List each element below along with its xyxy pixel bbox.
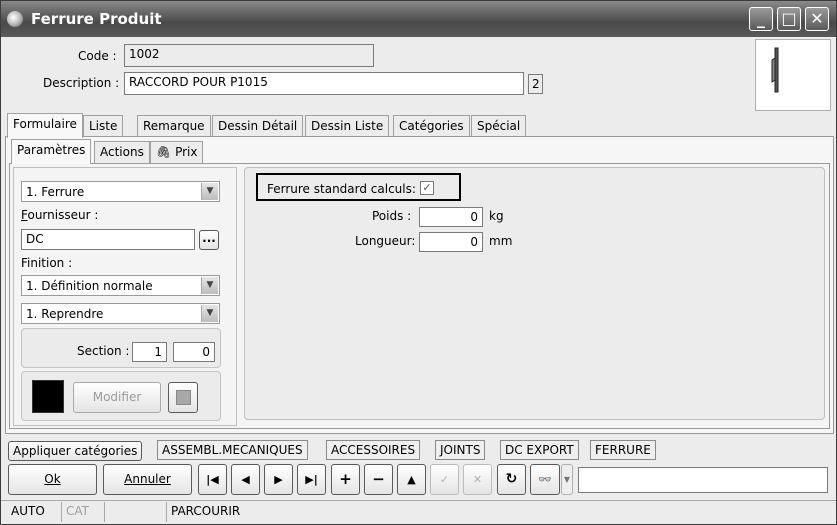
ok-button[interactable]: Ok	[8, 464, 97, 495]
title-bar[interactable]: Ferrure Produit _ □ ✕	[1, 1, 836, 37]
modifier-button[interactable]: Modifier	[73, 382, 161, 413]
window-title: Ferrure Produit	[31, 10, 162, 28]
chevron-down-icon: ▼	[563, 475, 571, 484]
refresh-button[interactable]: ↻	[497, 464, 526, 495]
fournisseur-browse-button[interactable]: ...	[199, 230, 219, 250]
minus-icon: −	[372, 470, 385, 488]
category-tab-assembl-mecaniques[interactable]: ASSEMBL.MECANIQUES	[157, 440, 308, 460]
delete-record-button[interactable]: −	[364, 464, 393, 495]
poids-unit: kg	[489, 209, 504, 223]
poids-field[interactable]: 0	[419, 207, 483, 227]
close-icon: ✕	[810, 9, 824, 28]
search-button[interactable]: 👓	[530, 464, 560, 495]
type-select-value: 1. Ferrure	[26, 185, 85, 199]
tab-remarque[interactable]: Remarque	[137, 115, 211, 137]
close-button[interactable]: ✕	[805, 7, 829, 31]
type-select[interactable]: 1. Ferrure ▼	[21, 181, 220, 202]
status-mode: PARCOURIR	[166, 502, 244, 522]
poids-label: Poids :	[372, 209, 412, 223]
first-record-button[interactable]: |◀	[198, 464, 227, 495]
app-icon	[7, 11, 23, 27]
product-image	[755, 39, 831, 111]
appliquer-categories-button[interactable]: Appliquer catégories	[8, 441, 143, 461]
edit-record-button[interactable]: ▲	[397, 464, 426, 495]
square-icon	[176, 390, 191, 405]
add-record-button[interactable]: +	[331, 464, 360, 495]
tab-special[interactable]: Spécial	[471, 115, 527, 137]
binoculars-icon: 👓	[538, 473, 552, 486]
category-tab-joints[interactable]: JOINTS	[435, 440, 486, 460]
standard-calculs-checkbox[interactable]: ✓	[420, 181, 434, 195]
color-picker-button[interactable]	[168, 382, 198, 413]
category-tab-accessoires[interactable]: ACCESSOIRES	[326, 440, 421, 460]
ok-button-label: Ok	[44, 472, 61, 486]
last-icon: ▶|	[305, 473, 318, 486]
chevron-down-icon: ▼	[201, 305, 218, 322]
tab-formulaire[interactable]: Formulaire	[7, 113, 83, 138]
chevron-down-icon: ▼	[201, 277, 218, 294]
previous-icon: ◀	[241, 473, 250, 486]
status-empty	[104, 502, 166, 522]
ferrure-produit-window: Ferrure Produit _ □ ✕ Code : 1002 Descri…	[0, 0, 837, 525]
section-field-2[interactable]: 0	[173, 342, 215, 362]
ferrure-profile-icon	[771, 47, 779, 93]
reprendre-select[interactable]: 1. Reprendre ▼	[21, 303, 220, 324]
checkmark-icon: ✓	[439, 473, 450, 486]
chevron-down-icon: ▼	[201, 183, 218, 200]
finition-select[interactable]: 1. Définition normale ▼	[21, 275, 220, 296]
finition-label: Finition :	[21, 256, 73, 270]
annuler-button[interactable]: Annuler	[103, 464, 192, 495]
description-count-badge: 2	[528, 74, 543, 94]
minimize-icon: _	[757, 9, 765, 28]
fournisseur-label-rest: ournisseur :	[27, 208, 99, 222]
tab-categories[interactable]: Catégories	[393, 115, 470, 137]
section-field-1[interactable]: 1	[132, 342, 167, 362]
longueur-unit: mm	[489, 234, 513, 248]
tab-dessin-detail[interactable]: Dessin Détail	[212, 115, 304, 137]
right-group	[244, 167, 825, 420]
maximize-button[interactable]: □	[777, 7, 801, 31]
tab-parametres[interactable]: Paramètres	[11, 139, 92, 164]
longueur-label: Longueur:	[355, 234, 416, 248]
tab-prix-label: Prix	[175, 145, 198, 159]
cross-icon: ✕	[472, 473, 483, 486]
fournisseur-label: Fournisseur :	[21, 208, 99, 222]
tab-prix[interactable]: 🖇 Prix	[150, 141, 204, 163]
fournisseur-field[interactable]: DC	[21, 229, 195, 250]
minimize-button[interactable]: _	[749, 7, 773, 31]
annuler-button-label: Annuler	[124, 472, 171, 486]
maximize-icon: □	[781, 9, 797, 28]
category-tab-ferrure[interactable]: FERRURE	[590, 440, 656, 460]
description-label: Description :	[43, 76, 120, 90]
code-label: Code :	[78, 49, 117, 63]
status-cat: CAT	[61, 502, 93, 522]
search-input[interactable]	[578, 467, 828, 493]
code-field: 1002	[124, 44, 374, 67]
section-label: Section :	[77, 344, 130, 358]
tab-dessin-liste[interactable]: Dessin Liste	[305, 115, 390, 137]
plus-icon: +	[339, 470, 352, 488]
previous-record-button[interactable]: ◀	[231, 464, 260, 495]
first-icon: |◀	[206, 473, 219, 486]
search-dropdown-button[interactable]: ▼	[561, 464, 573, 495]
next-record-button[interactable]: ▶	[264, 464, 293, 495]
triangle-up-icon: ▲	[407, 473, 416, 486]
last-record-button[interactable]: ▶|	[297, 464, 326, 495]
checkmark-icon: ✓	[422, 181, 432, 194]
tab-liste[interactable]: Liste	[83, 115, 124, 137]
refresh-icon: ↻	[505, 471, 518, 487]
finition-select-value: 1. Définition normale	[26, 279, 153, 293]
standard-calculs-label: Ferrure standard calculs:	[267, 182, 416, 196]
reprendre-select-value: 1. Reprendre	[26, 307, 104, 321]
description-field[interactable]: RACCORD POUR P1015	[124, 72, 524, 95]
color-swatch	[32, 380, 64, 413]
longueur-field[interactable]: 0	[419, 232, 483, 252]
confirm-button[interactable]: ✓	[430, 464, 459, 495]
category-tab-dc-export[interactable]: DC EXPORT	[500, 440, 579, 460]
paperclip-icon: 🖇	[156, 145, 172, 159]
next-icon: ▶	[274, 473, 283, 486]
cancel-edit-button[interactable]: ✕	[463, 464, 492, 495]
tab-actions[interactable]: Actions	[94, 141, 150, 163]
status-auto: AUTO	[11, 504, 45, 518]
